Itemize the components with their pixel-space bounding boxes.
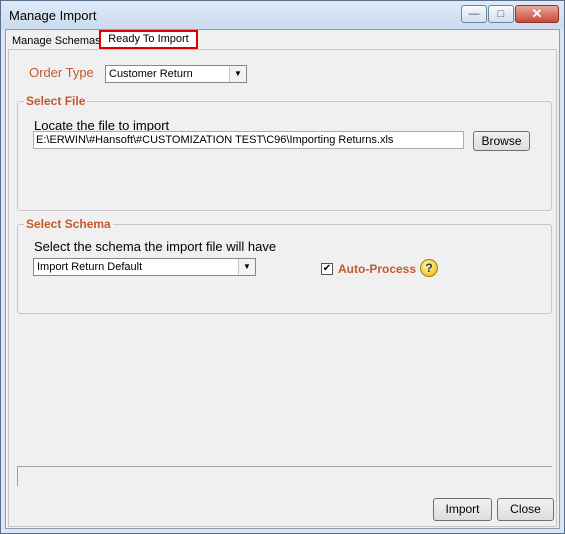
select-file-group: Select File Locate the file to import E:… xyxy=(17,94,552,211)
tab-strip: Manage Schemas Ready To Import xyxy=(6,30,559,50)
select-file-title: Select File xyxy=(24,94,88,108)
order-type-select[interactable]: Customer Return ▼ xyxy=(105,65,247,83)
schema-hint: Select the schema the import file will h… xyxy=(34,239,277,254)
window-title: Manage Import xyxy=(9,8,97,23)
order-type-label: Order Type xyxy=(29,65,94,80)
select-schema-group: Select Schema Select the schema the impo… xyxy=(17,217,552,314)
auto-process-checkbox[interactable]: ✔ xyxy=(321,263,333,275)
chevron-down-icon[interactable]: ▼ xyxy=(238,259,255,275)
schema-select[interactable]: Import Return Default ▼ xyxy=(33,258,256,276)
maximize-button[interactable]: □ xyxy=(488,5,514,23)
maximize-icon: □ xyxy=(497,8,505,20)
status-bar xyxy=(17,466,552,486)
minimize-icon: — xyxy=(468,8,480,20)
browse-button[interactable]: Browse xyxy=(473,131,530,151)
title-bar[interactable]: Manage Import — □ ✕ xyxy=(1,1,564,29)
tab-ready-to-import[interactable]: Ready To Import xyxy=(99,30,198,49)
file-path-input[interactable]: E:\ERWIN\#Hansoft\#CUSTOMIZATION TEST\C9… xyxy=(33,131,464,149)
tab-manage-schemas[interactable]: Manage Schemas xyxy=(8,32,105,50)
schema-value: Import Return Default xyxy=(37,261,143,273)
help-icon[interactable]: ? xyxy=(420,259,438,277)
close-button[interactable]: Close xyxy=(497,498,554,521)
select-schema-title: Select Schema xyxy=(24,217,113,231)
ready-to-import-panel: Order Type Customer Return ▼ Select File… xyxy=(8,49,557,527)
manage-import-window: Manage Import — □ ✕ Manage Schemas Ready… xyxy=(0,0,565,534)
checkmark-icon: ✔ xyxy=(322,263,332,274)
import-button[interactable]: Import xyxy=(433,498,492,521)
close-icon: ✕ xyxy=(531,6,543,21)
close-window-button[interactable]: ✕ xyxy=(515,5,559,23)
auto-process-label[interactable]: Auto-Process xyxy=(338,262,416,276)
chevron-down-icon[interactable]: ▼ xyxy=(229,66,246,82)
minimize-button[interactable]: — xyxy=(461,5,487,23)
client-area: Manage Schemas Ready To Import Order Typ… xyxy=(5,29,560,529)
order-type-value: Customer Return xyxy=(109,68,193,80)
